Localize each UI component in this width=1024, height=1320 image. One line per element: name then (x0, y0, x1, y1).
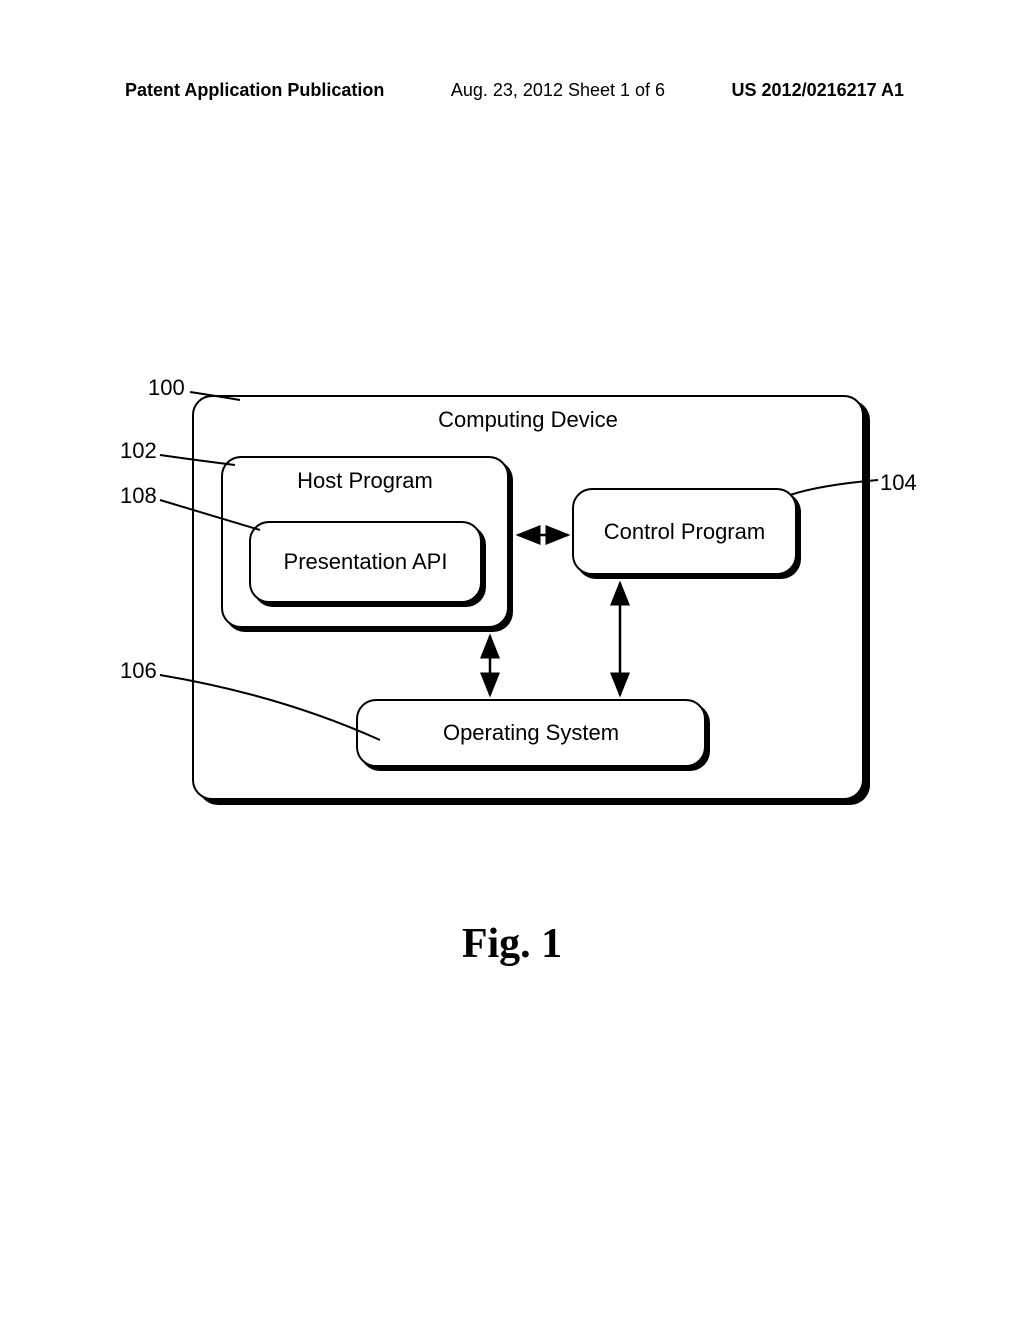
diagram: Computing Device Host Program Presentati… (0, 300, 1024, 900)
page-header: Patent Application Publication Aug. 23, … (0, 80, 1024, 101)
presentation-api-box: Presentation API (249, 521, 482, 603)
header-date-sheet: Aug. 23, 2012 Sheet 1 of 6 (451, 80, 665, 101)
ref-106: 106 (120, 658, 157, 684)
host-program-label: Host Program (297, 458, 433, 494)
figure-caption: Fig. 1 (0, 920, 1024, 968)
operating-system-box: Operating System (356, 699, 706, 767)
operating-system-label: Operating System (443, 720, 619, 746)
ref-100: 100 (148, 375, 185, 401)
ref-104: 104 (880, 470, 917, 496)
ref-102: 102 (120, 438, 157, 464)
presentation-api-label: Presentation API (284, 549, 448, 575)
control-program-label: Control Program (604, 519, 765, 545)
ref-108: 108 (120, 483, 157, 509)
control-program-box: Control Program (572, 488, 797, 575)
header-pub-number: US 2012/0216217 A1 (732, 80, 904, 101)
computing-device-label: Computing Device (438, 397, 618, 433)
header-publication: Patent Application Publication (125, 80, 384, 101)
